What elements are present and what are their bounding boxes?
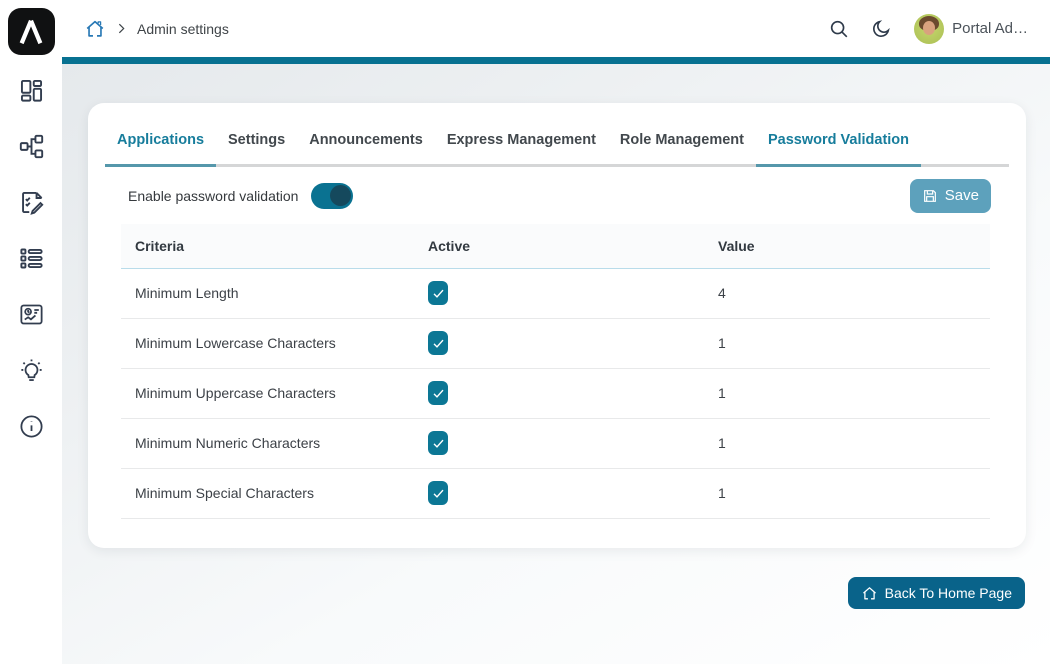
app-logo[interactable]: [8, 8, 55, 55]
hierarchy-icon: [18, 133, 45, 160]
value-cell: 1: [704, 368, 990, 418]
column-header-criteria: Criteria: [121, 224, 414, 268]
password-validation-controls: Enable password validation Save: [128, 167, 991, 224]
active-cell: [414, 468, 704, 518]
search-button[interactable]: [822, 12, 856, 46]
enable-validation-toggle[interactable]: [311, 183, 353, 209]
value-cell: 1: [704, 418, 990, 468]
report-icon: [18, 301, 45, 328]
criteria-table: Criteria Active Value Minimum Length4Min…: [121, 224, 990, 519]
sidebar-item-info[interactable]: [0, 398, 62, 454]
check-icon: [431, 286, 446, 301]
column-header-value: Value: [704, 224, 990, 268]
idea-icon: [18, 357, 45, 384]
sidebar-item-report[interactable]: [0, 286, 62, 342]
list-icon: [18, 245, 45, 272]
criteria-cell: Minimum Numeric Characters: [121, 418, 414, 468]
tab-announcements[interactable]: Announcements: [297, 130, 435, 164]
settings-card: ApplicationsSettingsAnnouncementsExpress…: [88, 103, 1026, 548]
criteria-cell: Minimum Uppercase Characters: [121, 368, 414, 418]
active-cell: [414, 418, 704, 468]
back-button-label: Back To Home Page: [885, 585, 1012, 601]
save-icon: [922, 188, 938, 204]
value-cell: 1: [704, 468, 990, 518]
sidebar-item-list[interactable]: [0, 230, 62, 286]
breadcrumb-chevron-icon: [115, 22, 128, 35]
tab-express-management[interactable]: Express Management: [435, 130, 608, 164]
tab-applications[interactable]: Applications: [105, 130, 216, 164]
toggle-knob: [330, 185, 351, 206]
back-to-home-button[interactable]: Back To Home Page: [848, 577, 1025, 609]
sidebar-item-hierarchy[interactable]: [0, 118, 62, 174]
sidebar-nav: [0, 62, 62, 454]
table-body: Minimum Length4Minimum Lowercase Charact…: [121, 268, 990, 518]
dark-mode-toggle[interactable]: [864, 12, 898, 46]
table-row: Minimum Lowercase Characters 1: [121, 318, 990, 368]
table-row: Minimum Uppercase Characters 1: [121, 368, 990, 418]
main-content: ApplicationsSettingsAnnouncementsExpress…: [62, 64, 1050, 664]
table-row: Minimum Special Characters 1: [121, 468, 990, 518]
breadcrumb[interactable]: Admin settings: [137, 21, 229, 37]
save-button[interactable]: Save: [910, 179, 991, 213]
tab-password-validation[interactable]: Password Validation: [756, 130, 921, 164]
dashboard-icon: [18, 77, 45, 104]
table-row: Minimum Length 4: [121, 268, 990, 318]
active-checkbox[interactable]: [428, 281, 448, 305]
tab-role-management[interactable]: Role Management: [608, 130, 756, 164]
top-header: Admin settings Portal Ad…: [62, 0, 1050, 57]
tab-settings[interactable]: Settings: [216, 130, 297, 164]
sidebar-item-idea[interactable]: [0, 342, 62, 398]
check-icon: [431, 336, 446, 351]
table-header-row: Criteria Active Value: [121, 224, 990, 268]
info-icon: [18, 413, 45, 440]
table-row: Minimum Numeric Characters 1: [121, 418, 990, 468]
user-name[interactable]: Portal Ad…: [952, 20, 1028, 37]
criteria-cell: Minimum Special Characters: [121, 468, 414, 518]
criteria-cell: Minimum Length: [121, 268, 414, 318]
enable-validation-label: Enable password validation: [128, 188, 298, 204]
active-cell: [414, 368, 704, 418]
avatar[interactable]: [914, 14, 944, 44]
check-icon: [431, 436, 446, 451]
active-checkbox[interactable]: [428, 381, 448, 405]
tab-bar: ApplicationsSettingsAnnouncementsExpress…: [105, 103, 1009, 167]
value-cell: 1: [704, 318, 990, 368]
value-cell: 4: [704, 268, 990, 318]
sidebar: [0, 0, 62, 664]
active-cell: [414, 318, 704, 368]
tasks-edit-icon: [18, 189, 45, 216]
moon-icon: [870, 18, 892, 40]
active-checkbox[interactable]: [428, 331, 448, 355]
save-button-label: Save: [945, 187, 979, 204]
check-icon: [431, 486, 446, 501]
home-icon: [861, 585, 878, 602]
sidebar-item-tasks[interactable]: [0, 174, 62, 230]
check-icon: [431, 386, 446, 401]
column-header-active: Active: [414, 224, 704, 268]
sidebar-item-dashboard[interactable]: [0, 62, 62, 118]
lambda-logo-icon: [16, 17, 46, 47]
search-icon: [828, 18, 850, 40]
criteria-cell: Minimum Lowercase Characters: [121, 318, 414, 368]
active-checkbox[interactable]: [428, 431, 448, 455]
accent-bar: [62, 57, 1050, 64]
active-checkbox[interactable]: [428, 481, 448, 505]
active-cell: [414, 268, 704, 318]
breadcrumb-home-icon[interactable]: [84, 18, 106, 40]
